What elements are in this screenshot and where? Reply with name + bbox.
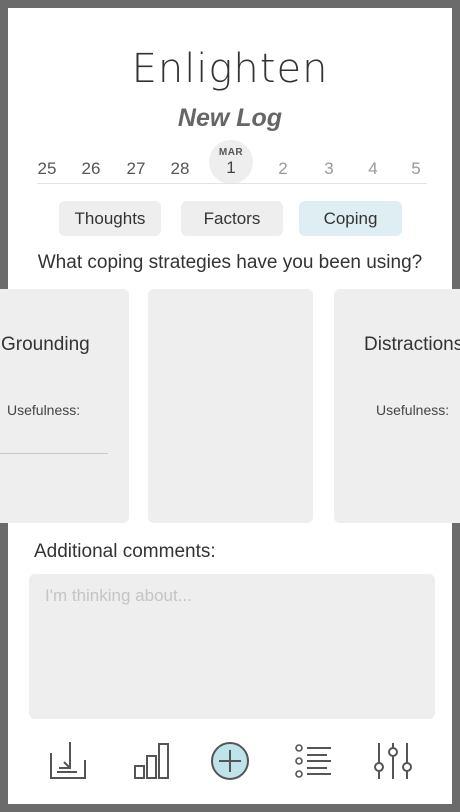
nav-list-button[interactable]	[289, 736, 339, 786]
nav-stats-button[interactable]	[127, 736, 177, 786]
date-item[interactable]: 28	[160, 140, 200, 179]
coping-card[interactable]: Grounding Usefulness:	[0, 289, 129, 523]
date-item[interactable]: 25	[27, 140, 67, 179]
bar-chart-icon	[134, 743, 169, 779]
add-circle-icon	[211, 742, 249, 780]
coping-carousel[interactable]: Grounding Usefulness: Distractions Usefu…	[0, 289, 460, 523]
date-item[interactable]: 26	[71, 140, 111, 179]
card-title: Distractions	[364, 334, 460, 355]
download-tray-icon	[50, 742, 86, 779]
sliders-icon	[374, 743, 412, 779]
coping-card[interactable]: Distractions Usefulness:	[334, 289, 460, 523]
nav-log-button[interactable]	[43, 736, 93, 786]
date-day: 2	[278, 159, 288, 178]
date-day: 3	[324, 159, 334, 178]
usefulness-label: Usefulness:	[376, 402, 450, 418]
usefulness-slider[interactable]	[0, 453, 108, 454]
date-day: 5	[411, 159, 421, 178]
comments-label: Additional comments:	[34, 541, 216, 562]
date-item[interactable]: 4	[353, 140, 393, 179]
coping-question: What coping strategies have you been usi…	[37, 252, 423, 273]
tab-coping[interactable]: Coping	[299, 201, 402, 236]
coping-card-empty[interactable]	[148, 289, 313, 523]
date-item[interactable]: 5	[396, 140, 436, 179]
date-item[interactable]: 3	[309, 140, 349, 179]
page-subtitle: New Log	[177, 104, 283, 132]
card-title: Grounding	[1, 334, 90, 355]
tab-factors[interactable]: Factors	[181, 201, 283, 236]
nav-settings-button[interactable]	[368, 736, 418, 786]
date-month: MAR	[218, 147, 244, 158]
date-day: 4	[368, 159, 378, 178]
list-icon	[295, 744, 331, 778]
date-item[interactable]: 2	[263, 140, 303, 179]
date-item[interactable]: 27	[116, 140, 156, 179]
comments-input[interactable]	[29, 574, 435, 719]
usefulness-label: Usefulness:	[7, 402, 81, 418]
date-day: 1	[226, 158, 236, 177]
date-day: 28	[170, 159, 190, 178]
date-item-selected[interactable]: MAR 1	[209, 140, 253, 184]
bottom-nav	[8, 736, 452, 786]
date-day: 25	[37, 159, 57, 178]
tab-thoughts[interactable]: Thoughts	[59, 201, 161, 236]
app-title: Enlighten	[131, 46, 329, 92]
date-day: 27	[126, 159, 146, 178]
date-divider	[37, 183, 427, 184]
date-day: 26	[81, 159, 101, 178]
nav-add-button[interactable]	[205, 736, 255, 786]
